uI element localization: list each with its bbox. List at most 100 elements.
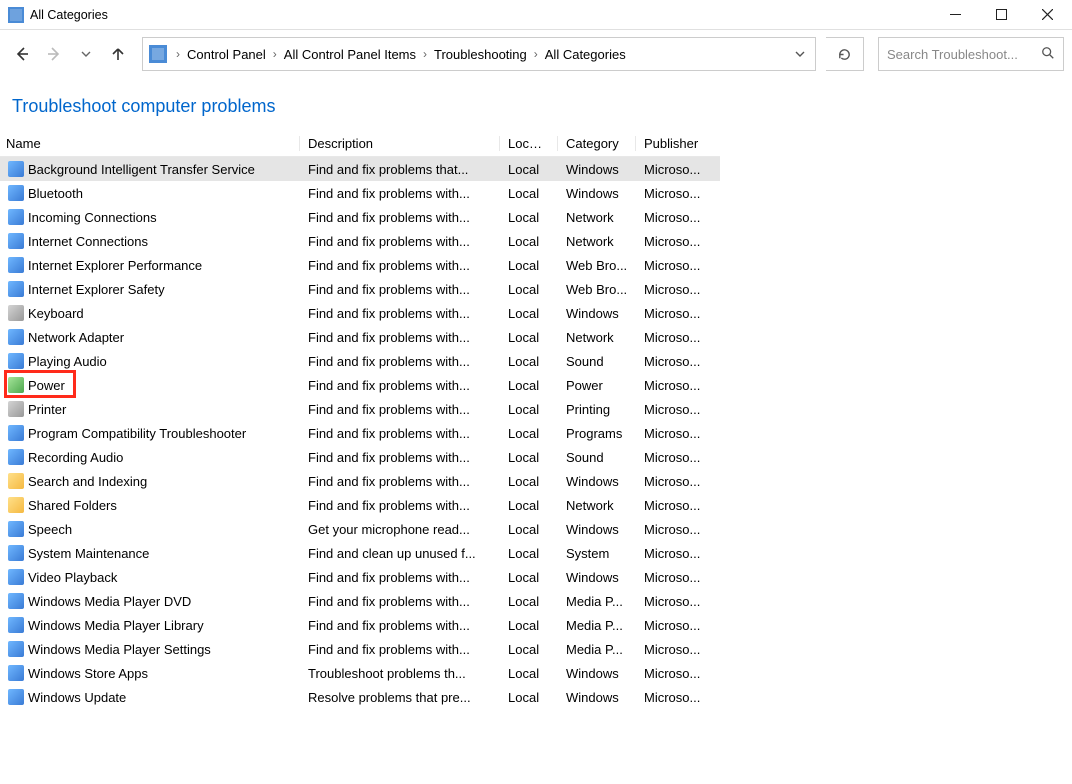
list-item[interactable]: Recording AudioFind and fix problems wit…: [0, 445, 720, 469]
item-description: Find and fix problems with...: [300, 234, 500, 249]
breadcrumb[interactable]: All Control Panel Items: [280, 47, 420, 62]
column-header-name[interactable]: Name: [0, 136, 300, 151]
forward-button[interactable]: [40, 40, 68, 68]
item-description: Find and fix problems with...: [300, 186, 500, 201]
list-item[interactable]: Shared FoldersFind and fix problems with…: [0, 493, 720, 517]
item-name-cell: System Maintenance: [0, 545, 300, 561]
column-header-location[interactable]: Locat...: [500, 136, 558, 151]
item-name-cell: Windows Update: [0, 689, 300, 705]
item-description: Find and fix problems with...: [300, 570, 500, 585]
breadcrumb[interactable]: Control Panel: [183, 47, 270, 62]
item-category: Power: [558, 378, 636, 393]
chevron-right-icon[interactable]: ›: [173, 47, 183, 61]
troubleshooter-icon: [8, 617, 24, 633]
item-publisher: Microso...: [636, 354, 712, 369]
item-description: Find and fix problems with...: [300, 354, 500, 369]
item-name-cell: Windows Media Player Settings: [0, 641, 300, 657]
item-description: Find and fix problems with...: [300, 594, 500, 609]
item-publisher: Microso...: [636, 210, 712, 225]
item-name: Windows Media Player DVD: [28, 594, 191, 609]
item-publisher: Microso...: [636, 162, 712, 177]
list-item[interactable]: Playing AudioFind and fix problems with.…: [0, 349, 720, 373]
item-name: Internet Explorer Safety: [28, 282, 165, 297]
search-placeholder: Search Troubleshoot...: [887, 47, 1018, 62]
list-item[interactable]: Internet Explorer PerformanceFind and fi…: [0, 253, 720, 277]
list-item[interactable]: Video Playback Find and fix problems with…: [0, 565, 720, 589]
item-location: Local: [500, 234, 558, 249]
troubleshooter-list: Name Description Locat... Category Publi…: [0, 131, 720, 709]
list-item[interactable]: Windows UpdateResolve problems that pre.…: [0, 685, 720, 709]
item-description: Find and fix problems with...: [300, 306, 500, 321]
recent-locations-button[interactable]: [72, 40, 100, 68]
item-location: Local: [500, 570, 558, 585]
item-publisher: Microso...: [636, 474, 712, 489]
item-location: Local: [500, 450, 558, 465]
list-item[interactable]: Background Intelligent Transfer ServiceF…: [0, 157, 720, 181]
list-item[interactable]: BluetoothFind and fix problems with...Lo…: [0, 181, 720, 205]
item-location: Local: [500, 162, 558, 177]
item-description: Find and fix problems with...: [300, 498, 500, 513]
item-publisher: Microso...: [636, 186, 712, 201]
breadcrumb[interactable]: All Categories: [541, 47, 630, 62]
maximize-button[interactable]: [978, 0, 1024, 30]
address-bar[interactable]: › Control Panel › All Control Panel Item…: [142, 37, 816, 71]
troubleshooter-icon: [8, 545, 24, 561]
breadcrumb[interactable]: Troubleshooting: [430, 47, 531, 62]
chevron-right-icon[interactable]: ›: [420, 47, 430, 61]
troubleshooter-icon: [8, 497, 24, 513]
list-item[interactable]: Windows Media Player DVD Find and fix pro…: [0, 589, 720, 613]
list-item[interactable]: Internet Connections Find and fix problem…: [0, 229, 720, 253]
list-item[interactable]: SpeechGet your microphone read...LocalWi…: [0, 517, 720, 541]
minimize-button[interactable]: [932, 0, 978, 30]
item-description: Find and fix problems with...: [300, 450, 500, 465]
list-item[interactable]: System MaintenanceFind and clean up unus…: [0, 541, 720, 565]
item-publisher: Microso...: [636, 306, 712, 321]
list-item[interactable]: KeyboardFind and fix problems with...Loc…: [0, 301, 720, 325]
item-location: Local: [500, 330, 558, 345]
chevron-right-icon[interactable]: ›: [270, 47, 280, 61]
troubleshooter-icon: [8, 305, 24, 321]
item-category: Media P...: [558, 642, 636, 657]
address-dropdown-button[interactable]: [789, 47, 811, 62]
close-button[interactable]: [1024, 0, 1070, 30]
chevron-right-icon[interactable]: ›: [531, 47, 541, 61]
up-button[interactable]: [104, 40, 132, 68]
item-name: Power: [28, 378, 65, 393]
list-item[interactable]: PrinterFind and fix problems with...Loca…: [0, 397, 720, 421]
list-item[interactable]: Search and IndexingFind and fix problems…: [0, 469, 720, 493]
refresh-button[interactable]: [826, 37, 864, 71]
item-description: Resolve problems that pre...: [300, 690, 500, 705]
list-item[interactable]: Windows Media Player LibraryFind and fix…: [0, 613, 720, 637]
item-category: Network: [558, 498, 636, 513]
troubleshooter-icon: [8, 209, 24, 225]
item-location: Local: [500, 210, 558, 225]
item-category: Windows: [558, 474, 636, 489]
item-name: Printer: [28, 402, 66, 417]
list-item[interactable]: Incoming ConnectionsFind and fix problem…: [0, 205, 720, 229]
item-category: Network: [558, 210, 636, 225]
item-location: Local: [500, 354, 558, 369]
item-name-cell: Internet Explorer Safety: [0, 281, 300, 297]
list-item[interactable]: Program Compatibility TroubleshooterFind…: [0, 421, 720, 445]
item-location: Local: [500, 618, 558, 633]
search-input[interactable]: Search Troubleshoot...: [878, 37, 1064, 71]
item-name: Video Playback: [28, 570, 117, 585]
item-name: Internet Connections: [28, 234, 148, 249]
list-item[interactable]: Windows Media Player SettingsFind and fi…: [0, 637, 720, 661]
item-name-cell: Shared Folders: [0, 497, 300, 513]
troubleshooter-icon: [8, 161, 24, 177]
list-item[interactable]: Windows Store AppsTroubleshoot problems …: [0, 661, 720, 685]
item-description: Find and fix problems with...: [300, 402, 500, 417]
item-category: Web Bro...: [558, 282, 636, 297]
column-header-description[interactable]: Description: [300, 136, 500, 151]
column-header-category[interactable]: Category: [558, 136, 636, 151]
list-item[interactable]: PowerFind and fix problems with...LocalP…: [0, 373, 720, 397]
troubleshooter-icon: [8, 257, 24, 273]
app-icon: [8, 7, 24, 23]
list-item[interactable]: Internet Explorer SafetyFind and fix pro…: [0, 277, 720, 301]
list-item[interactable]: Network AdapterFind and fix problems wit…: [0, 325, 720, 349]
item-name-cell: Windows Media Player DVD: [0, 593, 300, 609]
back-button[interactable]: [8, 40, 36, 68]
item-name-cell: Windows Store Apps: [0, 665, 300, 681]
column-header-publisher[interactable]: Publisher: [636, 136, 712, 151]
